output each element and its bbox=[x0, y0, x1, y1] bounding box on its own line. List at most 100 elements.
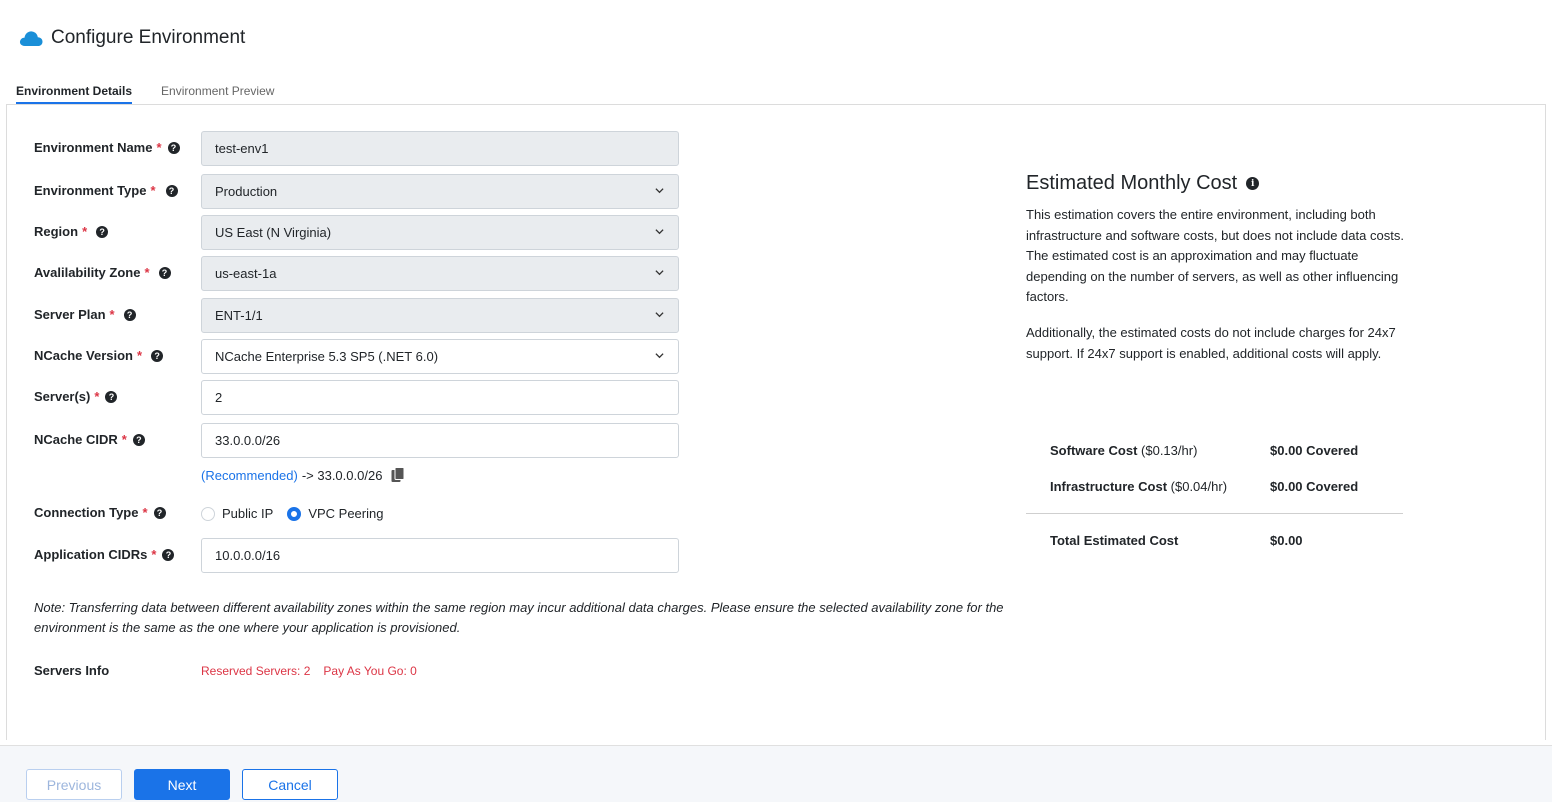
chevron-down-icon bbox=[655, 229, 664, 235]
select-value: US East (N Virginia) bbox=[215, 225, 332, 240]
connection-type-radio-group: Public IP VPC Peering bbox=[201, 506, 397, 521]
radio-public-ip[interactable]: Public IP bbox=[201, 506, 273, 521]
label-text: Server Plan bbox=[34, 307, 106, 322]
connection-type-label: Connection Type *? bbox=[34, 505, 166, 520]
servers-label: Server(s) *? bbox=[34, 389, 118, 404]
required-mark: * bbox=[121, 432, 127, 447]
label-text: Application CIDRs bbox=[34, 547, 148, 562]
cost-label: Infrastructure Cost bbox=[1050, 479, 1168, 494]
software-cost-row: Software Cost ($0.13/hr) $0.00 Covered bbox=[1050, 443, 1358, 458]
label-text: NCache CIDR bbox=[34, 432, 118, 447]
cost-title-text: Estimated Monthly Cost bbox=[1026, 172, 1238, 194]
server-plan-select[interactable]: ENT-1/1 bbox=[201, 298, 679, 333]
help-icon[interactable]: ? bbox=[158, 266, 171, 279]
tab-environment-preview[interactable]: Environment Preview bbox=[161, 82, 274, 104]
az-label: Avalilability Zone *? bbox=[34, 265, 171, 280]
server-plan-label: Server Plan *? bbox=[34, 307, 136, 322]
select-value: us-east-1a bbox=[215, 266, 277, 281]
radio-button-checked[interactable] bbox=[287, 506, 302, 521]
tab-environment-details[interactable]: Environment Details bbox=[16, 82, 133, 104]
cloud-icon bbox=[19, 31, 43, 46]
copy-icon[interactable] bbox=[391, 467, 405, 483]
cost-label: Software Cost bbox=[1050, 443, 1138, 458]
az-select[interactable]: us-east-1a bbox=[201, 256, 679, 291]
cost-label: Total Estimated Cost bbox=[1050, 533, 1179, 548]
page-title: Configure Environment bbox=[51, 27, 246, 48]
recommended-link[interactable]: (Recommended) bbox=[201, 468, 298, 483]
footer-bar: Previous Next Cancel bbox=[0, 745, 1552, 802]
servers-info-label: Servers Info bbox=[34, 663, 110, 678]
region-select[interactable]: US East (N Virginia) bbox=[201, 215, 679, 250]
required-mark: * bbox=[82, 224, 88, 239]
required-mark: * bbox=[142, 505, 148, 520]
required-mark: * bbox=[94, 389, 100, 404]
select-value: Production bbox=[215, 184, 278, 199]
help-icon[interactable]: ? bbox=[151, 349, 164, 362]
required-mark: * bbox=[156, 140, 162, 155]
help-icon[interactable]: ? bbox=[162, 548, 175, 561]
chevron-down-icon bbox=[655, 270, 664, 276]
cost-description: This estimation covers the entire enviro… bbox=[1026, 207, 1404, 304]
servers-input[interactable]: 2 bbox=[201, 380, 679, 415]
label-text: Region bbox=[34, 224, 79, 239]
help-icon[interactable]: ? bbox=[153, 506, 166, 519]
help-icon[interactable]: ? bbox=[132, 433, 145, 446]
help-icon[interactable]: ? bbox=[105, 390, 118, 403]
radio-label: Public IP bbox=[222, 506, 274, 521]
total-cost-row: Total Estimated Cost $0.00 bbox=[1050, 533, 1303, 548]
cost-rate: ($0.13/hr) bbox=[1141, 443, 1198, 458]
app-cidrs-label: Application CIDRs *? bbox=[34, 547, 175, 562]
infrastructure-cost-row: Infrastructure Cost ($0.04/hr) $0.00 Cov… bbox=[1050, 479, 1358, 494]
radio-label: VPC Peering bbox=[308, 506, 384, 521]
radio-vpc-peering[interactable]: VPC Peering bbox=[287, 506, 383, 521]
chevron-down-icon bbox=[655, 188, 664, 194]
info-icon[interactable]: i bbox=[1246, 177, 1260, 190]
ncache-cidr-input[interactable]: 33.0.0.0/26 bbox=[201, 423, 679, 458]
required-mark: * bbox=[151, 547, 157, 562]
required-mark: * bbox=[109, 307, 115, 322]
recommended-cidr: (Recommended) -> 33.0.0.0/26 bbox=[201, 467, 405, 483]
label-text: Environment Name bbox=[34, 140, 153, 155]
required-mark: * bbox=[144, 265, 150, 280]
help-icon[interactable]: ? bbox=[167, 141, 180, 154]
ncache-version-select[interactable]: NCache Enterprise 5.3 SP5 (.NET 6.0) bbox=[201, 339, 679, 374]
cost-value: $0.00 Covered bbox=[1270, 443, 1359, 458]
cost-divider bbox=[1026, 513, 1403, 514]
servers-info: Reserved Servers: 2 Pay As You Go: 0 bbox=[201, 664, 430, 678]
chevron-down-icon bbox=[655, 353, 664, 359]
app-cidrs-input[interactable]: 10.0.0.0/16 bbox=[201, 538, 679, 573]
label-text: Avalilability Zone bbox=[34, 265, 141, 280]
ncache-cidr-label: NCache CIDR *? bbox=[34, 432, 145, 447]
page-header: Configure Environment bbox=[18, 24, 245, 52]
radio-button[interactable] bbox=[201, 506, 215, 521]
env-type-select[interactable]: Production bbox=[201, 174, 679, 209]
select-value: NCache Enterprise 5.3 SP5 (.NET 6.0) bbox=[215, 349, 439, 364]
cost-value: $0.00 Covered bbox=[1270, 479, 1359, 494]
region-label: Region *? bbox=[34, 224, 109, 239]
cost-support-note: Additionally, the estimated costs do not… bbox=[1026, 325, 1396, 361]
help-icon[interactable]: ? bbox=[123, 308, 136, 321]
label-text: Connection Type bbox=[34, 505, 139, 520]
cost-title: Estimated Monthly Cost i bbox=[1026, 172, 1260, 195]
help-icon[interactable]: ? bbox=[165, 184, 178, 197]
required-mark: * bbox=[137, 348, 143, 363]
label-text: Environment Type bbox=[34, 183, 147, 198]
select-value: ENT-1/1 bbox=[215, 308, 263, 323]
tab-bar: Environment Details Environment Preview bbox=[16, 82, 303, 104]
help-icon[interactable]: ? bbox=[96, 225, 109, 238]
cost-value: $0.00 bbox=[1270, 533, 1303, 548]
ncache-version-label: NCache Version *? bbox=[34, 348, 164, 363]
recommended-cidr-value: -> 33.0.0.0/26 bbox=[301, 467, 383, 483]
pay-as-you-go: Pay As You Go: 0 bbox=[323, 664, 417, 678]
required-mark: * bbox=[150, 183, 156, 198]
label-text: Server(s) bbox=[34, 389, 91, 404]
reserved-servers: Reserved Servers: 2 bbox=[201, 664, 311, 678]
cancel-button[interactable]: Cancel bbox=[242, 769, 338, 800]
env-name-input[interactable]: test-env1 bbox=[201, 131, 679, 166]
chevron-down-icon bbox=[655, 312, 664, 318]
env-type-label: Environment Type *? bbox=[34, 183, 178, 198]
cost-rate: ($0.04/hr) bbox=[1170, 479, 1228, 494]
env-name-label: Environment Name *? bbox=[34, 140, 180, 155]
next-button[interactable]: Next bbox=[134, 769, 230, 800]
previous-button[interactable]: Previous bbox=[26, 769, 122, 800]
